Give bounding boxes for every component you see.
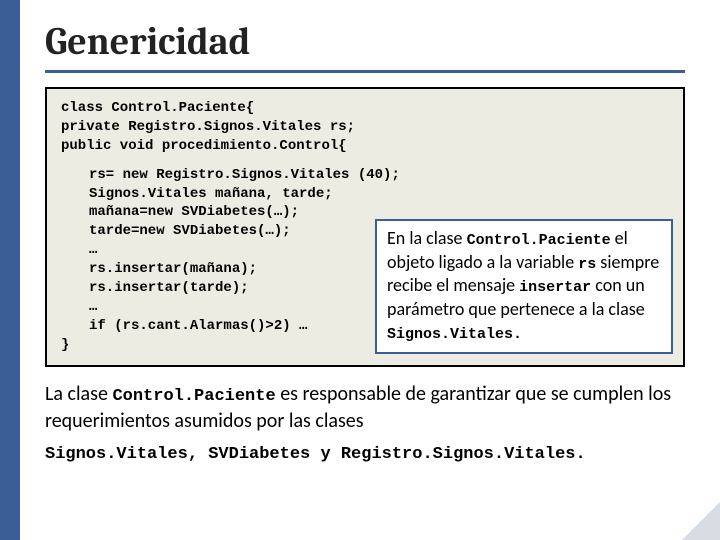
code-line: private Registro.Signos.Vitales rs; xyxy=(61,118,669,137)
code-line: public void procedimiento.Control{ xyxy=(61,137,669,156)
footer-text: La clase Control.Paciente es responsable… xyxy=(45,381,685,466)
title-underline xyxy=(45,70,685,73)
annotation-code: insertar xyxy=(519,279,591,296)
annotation-code: Signos.Vitales. xyxy=(387,326,522,343)
footer-code: Control.Paciente xyxy=(112,387,275,406)
slide-title: Genericidad xyxy=(45,20,695,64)
footer-span: La clase xyxy=(45,382,112,406)
code-line: rs= new Registro.Signos.Vitales (40); xyxy=(89,166,669,185)
code-line: Signos.Vitales mañana, tarde; xyxy=(89,185,669,204)
annotation-text: En la clase xyxy=(387,227,467,249)
page-corner-fold xyxy=(682,502,720,540)
annotation-code: rs xyxy=(578,256,596,273)
annotation-box: En la clase Control.Paciente el objeto l… xyxy=(375,219,673,354)
accent-bar xyxy=(0,0,20,540)
code-line: class Control.Paciente{ xyxy=(61,99,669,118)
slide-content: Genericidad class Control.Paciente{ priv… xyxy=(30,0,720,476)
code-box: class Control.Paciente{ private Registro… xyxy=(45,87,685,367)
annotation-code: Control.Paciente xyxy=(467,232,611,249)
footer-classes: Signos.Vitales, SVDiabetes y Registro.Si… xyxy=(45,444,685,466)
code-header: class Control.Paciente{ private Registro… xyxy=(61,99,669,156)
